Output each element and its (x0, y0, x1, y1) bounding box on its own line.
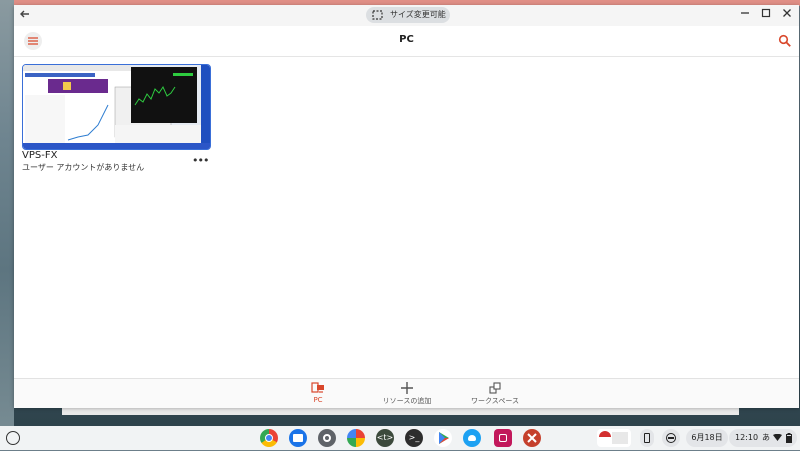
plus-icon (401, 382, 413, 394)
close-icon[interactable] (779, 7, 795, 23)
camera-app-icon[interactable] (494, 429, 512, 447)
resize-icon (372, 10, 383, 20)
app-window: サイズ変更可能 PC VPS-FX ユーザー アカウントがありません ••• P… (14, 5, 799, 408)
battery-icon (786, 433, 792, 443)
resize-button[interactable]: サイズ変更可能 (366, 7, 450, 23)
phone-hub-icon[interactable] (640, 429, 654, 447)
maximize-icon[interactable] (758, 7, 774, 23)
wifi-icon (773, 434, 782, 441)
status-area[interactable]: 12:10 あ (729, 429, 797, 447)
files-icon[interactable] (289, 429, 307, 447)
more-options-icon[interactable]: ••• (192, 154, 209, 167)
tab-add-resource[interactable]: リソースの追加 (362, 381, 452, 406)
pc-name: VPS-FX (22, 150, 58, 161)
chrome-icon[interactable] (260, 429, 278, 447)
page-title: PC (399, 34, 414, 45)
wallpaper-left (0, 0, 14, 450)
bird-app-icon[interactable] (463, 429, 481, 447)
search-icon[interactable] (778, 33, 792, 52)
play-store-icon[interactable] (434, 429, 452, 447)
pc-account-status: ユーザー アカウントがありません (22, 163, 145, 172)
resize-label: サイズ変更可能 (390, 10, 446, 19)
photos-icon[interactable] (347, 429, 365, 447)
code-icon[interactable]: <t> (376, 429, 394, 447)
ime-indicator: あ (762, 433, 770, 442)
workspace-icon (489, 382, 501, 394)
date-display[interactable]: 6月18日 (686, 429, 728, 447)
launcher-icon[interactable] (6, 431, 20, 445)
title-bar: サイズ変更可能 (14, 5, 799, 26)
bottom-navigation: PC リソースの追加 ワークスペース (14, 378, 799, 408)
settings-icon[interactable] (318, 429, 336, 447)
tab-workspace[interactable]: ワークスペース (450, 381, 540, 406)
minimize-icon[interactable] (737, 7, 753, 23)
tab-add-resource-label: リソースの追加 (382, 397, 432, 405)
tab-workspace-label: ワークスペース (471, 397, 519, 405)
remote-desktop-preview (23, 65, 210, 149)
terminal-icon[interactable]: >_ (405, 429, 423, 447)
screenshot-preview[interactable] (597, 429, 631, 447)
back-arrow-icon[interactable] (18, 8, 32, 22)
do-not-disturb-icon[interactable] (662, 429, 680, 447)
clock: 12:10 (735, 433, 759, 442)
tab-pc[interactable]: PC (273, 381, 363, 404)
pc-thumbnail[interactable] (22, 64, 211, 150)
desktop-icon (311, 382, 324, 393)
tab-pc-label: PC (313, 396, 323, 404)
app-bar: PC (14, 26, 799, 57)
system-shelf: <t> >_ 6月18日 12:10 あ (0, 426, 800, 450)
remote-desktop-icon[interactable] (523, 429, 541, 447)
